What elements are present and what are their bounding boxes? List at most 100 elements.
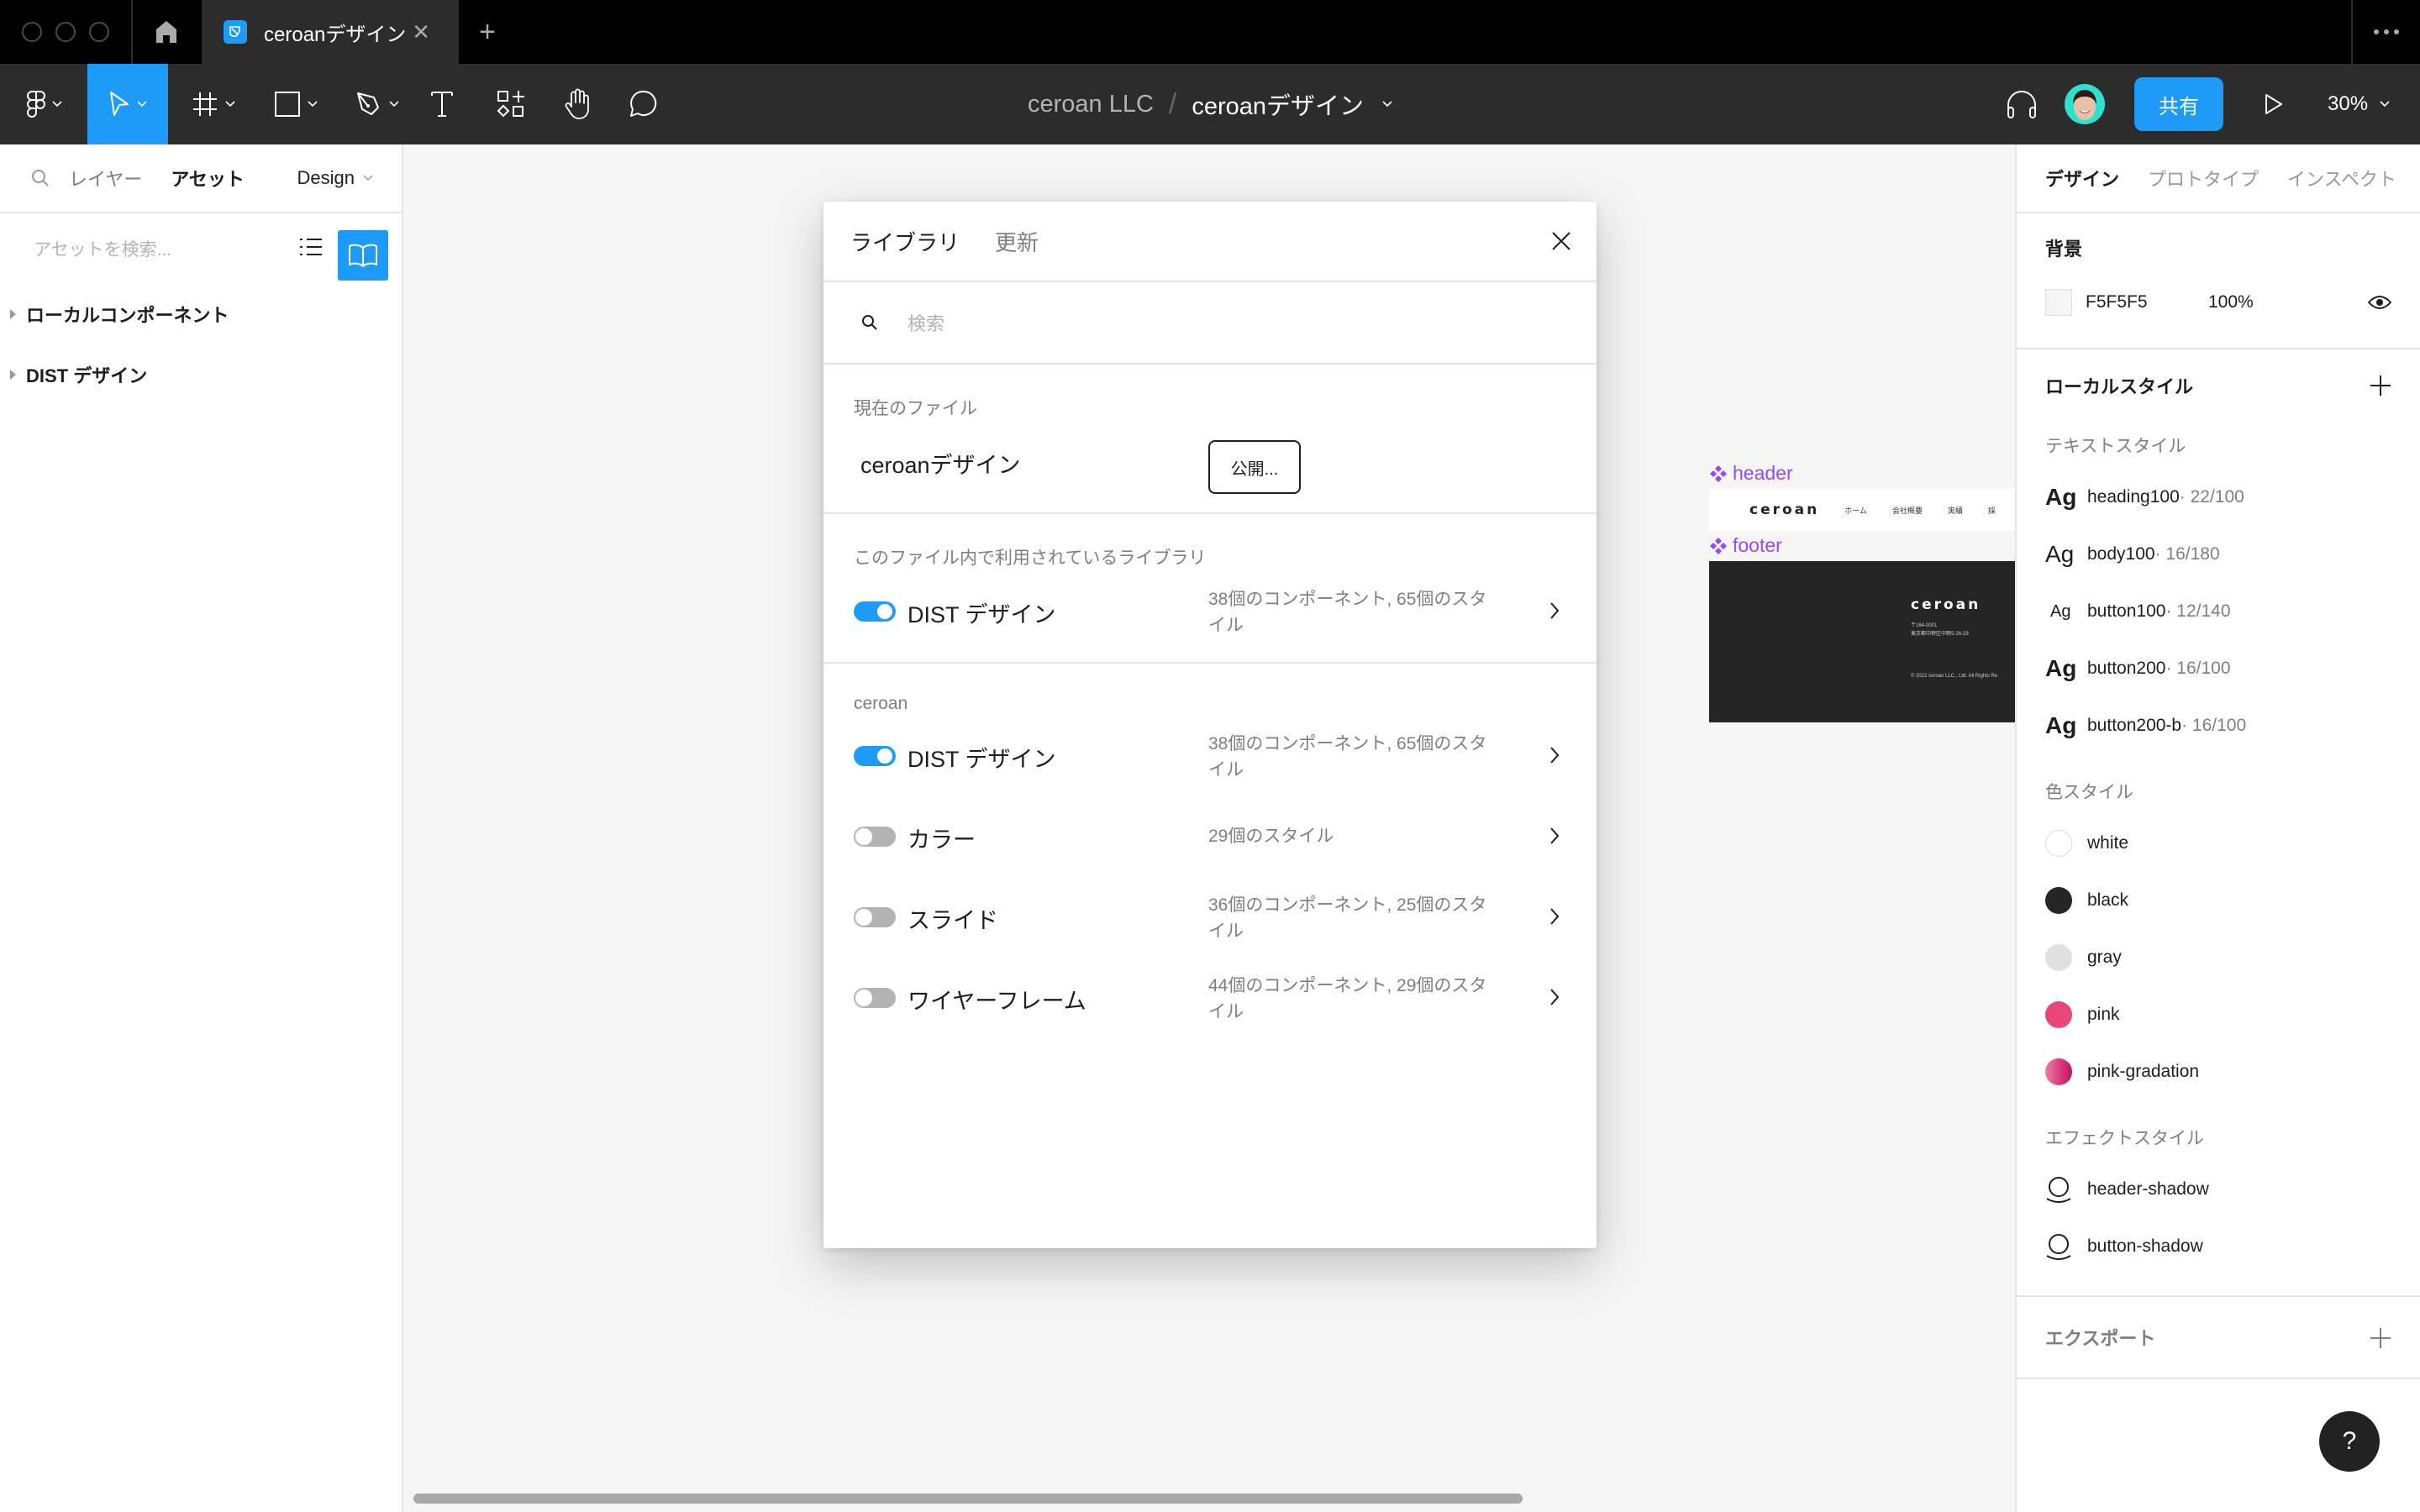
list-view-button[interactable]	[294, 230, 328, 264]
library-meta: 36個のコンポーネント, 25個のスタイル	[1208, 895, 1487, 941]
asset-group-local-components[interactable]: ローカルコンポーネント	[0, 284, 402, 344]
close-tab-icon[interactable]: ✕	[412, 19, 430, 45]
component-icon	[1710, 465, 1727, 482]
effect-style-row[interactable]: header-shadow	[2045, 1161, 2420, 1218]
color-style-row[interactable]: white	[2045, 815, 2420, 872]
window-minimize-button[interactable]	[55, 22, 76, 42]
library-toggle[interactable]	[854, 746, 896, 766]
tab-libraries[interactable]: ライブラリ	[850, 226, 960, 257]
expand-triangle-icon	[10, 370, 16, 380]
style-name: body100	[2087, 544, 2155, 564]
text-style-row[interactable]: Ag heading100 · 22/100	[2045, 469, 2420, 526]
chevron-right-icon[interactable]	[1549, 601, 1560, 620]
help-button[interactable]: ?	[2319, 1411, 2380, 1472]
search-icon[interactable]	[30, 168, 50, 188]
component-label-header[interactable]: header	[1709, 462, 1793, 485]
hand-tool[interactable]	[560, 64, 595, 144]
asset-search-input[interactable]: アセットを検索...	[34, 236, 171, 261]
window-zoom-button[interactable]	[89, 22, 109, 42]
section-title: 背景	[2045, 239, 2083, 260]
library-toggle[interactable]	[854, 907, 896, 927]
text-style-row[interactable]: Ag button200-b · 16/100	[2045, 697, 2420, 754]
chevron-right-icon[interactable]	[1549, 907, 1560, 926]
library-row[interactable]: カラー 29個のスタイル	[854, 795, 1597, 875]
color-swatch-pink-gradation	[2045, 1058, 2072, 1085]
subsection-label: テキストスタイル	[2045, 437, 2186, 456]
library-row[interactable]: DIST デザイン 38個のコンポーネント, 65個のスタイル	[854, 570, 1597, 662]
background-color-swatch[interactable]	[2045, 289, 2072, 316]
library-toggle[interactable]	[854, 601, 896, 622]
library-search[interactable]: 検索	[823, 282, 1597, 365]
style-meta: · 16/100	[2165, 659, 2231, 678]
background-opacity-input[interactable]: 100%	[2208, 292, 2254, 312]
more-icon[interactable]	[2351, 0, 2420, 64]
close-button[interactable]	[1546, 226, 1576, 256]
eye-icon[interactable]	[2368, 295, 2391, 310]
library-toggle[interactable]	[854, 827, 896, 847]
background-hex-input[interactable]: F5F5F5	[2086, 292, 2208, 312]
new-tab-button[interactable]: +	[471, 12, 504, 52]
tab-prototype[interactable]: プロトタイプ	[2148, 165, 2259, 192]
shape-tool[interactable]	[266, 64, 326, 144]
text-style-icon: Ag	[2045, 484, 2077, 510]
team-name-link[interactable]: ceroan LLC	[1028, 91, 1154, 118]
section-label: このファイル内で利用されているライブラリ	[854, 549, 1207, 568]
chevron-right-icon[interactable]	[1549, 746, 1560, 764]
style-name: heading100	[2087, 487, 2180, 507]
comment-tool[interactable]	[625, 64, 662, 144]
file-name[interactable]: ceroanデザイン	[1192, 87, 1364, 122]
publish-button[interactable]: 公開...	[1208, 440, 1301, 494]
chevron-right-icon[interactable]	[1549, 827, 1560, 845]
component-label-footer[interactable]: footer	[1709, 534, 1782, 557]
effect-style-row[interactable]: button-shadow	[2045, 1218, 2420, 1275]
tab-inspect[interactable]: インスペクト	[2287, 165, 2396, 192]
avatar[interactable]	[2065, 84, 2105, 124]
header-component[interactable]: ceroan ホーム 会社概要 実績 採	[1709, 489, 2015, 531]
tab-title: ceroanデザイン	[264, 23, 407, 46]
tab-layers[interactable]: レイヤー	[69, 165, 142, 192]
asset-group-dist-design[interactable]: DIST デザイン	[0, 344, 402, 405]
color-style-row[interactable]: gray	[2045, 929, 2420, 986]
chevron-down-icon[interactable]	[1382, 101, 1392, 108]
present-button[interactable]	[2259, 64, 2289, 144]
resources-tool[interactable]	[494, 64, 528, 144]
footer-component[interactable]: ceroan 〒164-0001 東京都中野区中野5-26-29 © 2022 …	[1709, 561, 2015, 722]
add-export-icon[interactable]	[2370, 1327, 2391, 1349]
text-tool[interactable]	[425, 64, 459, 144]
audio-button[interactable]	[2003, 64, 2040, 144]
add-style-icon[interactable]	[2370, 375, 2391, 396]
share-button[interactable]: 共有	[2134, 77, 2223, 131]
library-row[interactable]: スライド 36個のコンポーネント, 25個のスタイル	[854, 875, 1597, 956]
zoom-dropdown[interactable]: 30%	[2328, 64, 2390, 144]
library-meta: 38個のコンポーネント, 65個のスタイル	[1208, 590, 1487, 635]
chevron-right-icon[interactable]	[1549, 988, 1560, 1006]
tab-design[interactable]: デザイン	[2045, 165, 2119, 192]
library-row[interactable]: DIST デザイン 38個のコンポーネント, 65個のスタイル	[854, 714, 1597, 795]
page-dropdown[interactable]: Design	[297, 167, 373, 189]
tab-updates[interactable]: 更新	[995, 226, 1039, 257]
file-icon	[224, 20, 247, 44]
style-name: button100	[2087, 601, 2166, 621]
current-file-name: ceroanデザイン	[860, 453, 1021, 478]
section-title: エクスポート	[2045, 1328, 2156, 1349]
main-menu-button[interactable]	[15, 64, 74, 144]
style-name: pink	[2087, 1005, 2120, 1024]
color-style-row[interactable]: black	[2045, 872, 2420, 929]
library-row[interactable]: ワイヤーフレーム 44個のコンポーネント, 29個のスタイル	[854, 956, 1597, 1037]
horizontal-scrollbar[interactable]	[413, 1494, 1523, 1504]
library-toggle[interactable]	[854, 988, 896, 1008]
frame-tool[interactable]	[183, 64, 244, 144]
tab-assets[interactable]: アセット	[171, 165, 245, 192]
library-search-input[interactable]: 検索	[908, 309, 944, 336]
color-style-row[interactable]: pink-gradation	[2045, 1043, 2420, 1100]
pen-tool[interactable]	[346, 64, 408, 144]
color-style-row[interactable]: pink	[2045, 986, 2420, 1043]
text-style-row[interactable]: Ag button100 · 12/140	[2045, 583, 2420, 640]
text-style-row[interactable]: Ag body100 · 16/180	[2045, 526, 2420, 583]
team-library-button[interactable]	[338, 230, 388, 281]
window-close-button[interactable]	[22, 22, 42, 42]
home-button[interactable]	[133, 0, 200, 64]
text-style-row[interactable]: Ag button200 · 16/100	[2045, 640, 2420, 697]
move-tool[interactable]	[87, 64, 168, 144]
file-tab[interactable]: ceroanデザイン ✕	[202, 0, 459, 64]
